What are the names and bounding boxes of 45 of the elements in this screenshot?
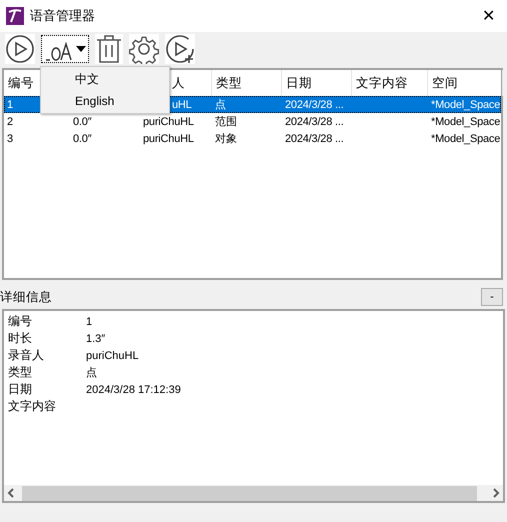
field-value: 2024/3/28 17:12:39	[86, 384, 181, 396]
field-label: 日期	[8, 381, 33, 398]
table-cell-text: 0.0″	[72, 116, 92, 128]
field-value: puriChuHL	[86, 350, 139, 362]
table-cell-text: uHL	[171, 98, 193, 110]
delete-button[interactable]	[95, 34, 123, 64]
add-recording-button[interactable]	[165, 34, 195, 64]
table-cell-text: 2024/3/28 ...	[284, 132, 345, 144]
table-cell-text: 点	[214, 98, 227, 112]
field-label: 文字内容	[8, 398, 57, 415]
table-cell-text: *Model_Space	[430, 132, 502, 144]
field-value: 1.3″	[86, 332, 106, 344]
table-cell-text: 1	[6, 98, 14, 110]
app-logo-icon	[6, 7, 24, 25]
play-plus-icon	[165, 34, 195, 64]
table-cell-text: 2	[6, 116, 14, 128]
table-cell-text: 3	[6, 132, 14, 144]
table-row[interactable]: 3 0.0″ puriChuHL 对象 2024/3/28 ... *Model_Space	[4, 130, 501, 147]
window-title: 语音管理器	[30, 7, 96, 25]
table-cell-text: 2024/3/28 ...	[284, 98, 345, 110]
table-cell-text: 范围	[214, 115, 238, 129]
table-cell-text: 对象	[214, 132, 238, 146]
trash-icon	[95, 34, 123, 64]
close-button[interactable]: ✕	[476, 6, 501, 26]
table-cell-text: puriChuHL	[142, 132, 195, 144]
table-cell-text: *Model_Space	[430, 98, 502, 110]
play-icon	[5, 34, 35, 64]
details-title: 详细信息	[0, 288, 52, 306]
field-label: 时长	[8, 330, 33, 347]
language-button[interactable]	[41, 35, 89, 63]
settings-button[interactable]	[129, 34, 159, 64]
field-value: 点	[86, 366, 97, 380]
field-label: 类型	[8, 364, 33, 381]
field-label: 编号	[8, 313, 33, 330]
table-row[interactable]: 2 0.0″ puriChuHL 范围 2024/3/28 ... *Model_Space	[4, 113, 501, 130]
table-cell-text: puriChuHL	[142, 116, 195, 128]
play-button[interactable]	[5, 34, 35, 64]
settings-icon	[129, 34, 159, 64]
table-cell-text: 2024/3/28 ...	[284, 116, 345, 128]
collapse-button[interactable]: -	[481, 288, 503, 306]
caret-icon	[76, 46, 86, 52]
field-label: 录音人	[8, 347, 45, 364]
field-value: 1	[86, 316, 92, 328]
table-cell-text: 0.0″	[72, 132, 92, 144]
table-cell-text: *Model_Space	[430, 116, 502, 128]
